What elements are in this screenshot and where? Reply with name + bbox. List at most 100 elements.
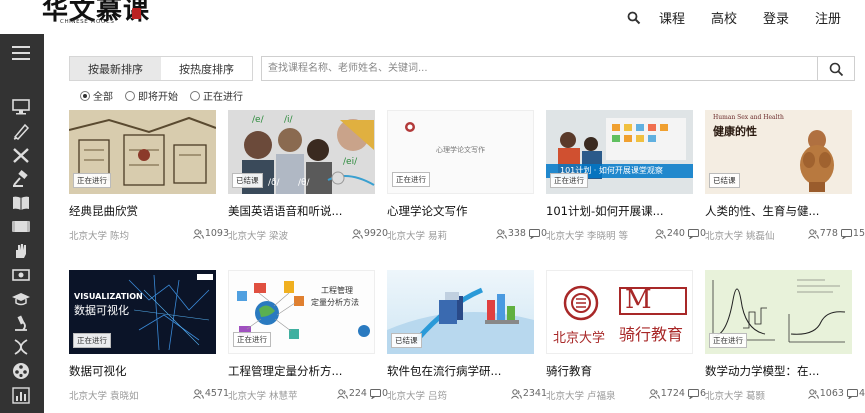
cover-title-en: VISUALIZATION xyxy=(74,292,143,301)
course-title[interactable]: 数据可视化 xyxy=(69,363,127,379)
users-icon xyxy=(648,388,660,399)
course-title[interactable]: 软件包在流行病学研... xyxy=(387,363,501,379)
users-icon xyxy=(351,228,363,239)
course-cover[interactable]: 已结课 xyxy=(387,270,534,354)
course-meta: 北京大学 李晓明 等 240 0 xyxy=(546,228,706,242)
graduation-cap-icon[interactable] xyxy=(11,290,31,308)
course-meta: 北京大学 陈均 1093 xyxy=(69,228,229,242)
cover-title-1: 工程管理 xyxy=(321,286,353,295)
cover-title-2: 定量分析方法 xyxy=(311,298,359,307)
filter-all[interactable]: 全部 xyxy=(80,88,113,103)
users-icon xyxy=(807,388,819,399)
users-icon xyxy=(192,228,204,239)
menu-icon[interactable] xyxy=(12,46,30,60)
course-stats: 1093 xyxy=(190,228,229,239)
course-cover[interactable]: Human Sex and Health 健康的性 已结课 xyxy=(705,110,852,194)
nav-register[interactable]: 注册 xyxy=(815,8,841,27)
university-emblem-icon xyxy=(405,122,415,132)
course-card[interactable]: 正在进行 经典昆曲欣赏 北京大学 陈均 1093 xyxy=(69,110,229,242)
microscope-icon[interactable] xyxy=(11,314,31,332)
course-card[interactable]: Human Sex and Health 健康的性 已结课 人类的性、生育与健.… xyxy=(705,110,865,242)
course-cover[interactable]: 正在进行 xyxy=(69,110,216,194)
course-teacher: 北京大学 李晓明 等 xyxy=(546,231,629,242)
course-teacher: 北京大学 易莉 xyxy=(387,231,448,242)
course-cover[interactable]: 北京大学 M 骑行教育 xyxy=(546,270,693,354)
search-button[interactable] xyxy=(817,57,854,80)
student-count: 4571 xyxy=(204,388,229,399)
course-teacher: 北京大学 陈均 xyxy=(69,231,130,242)
book-icon[interactable] xyxy=(11,194,31,212)
status-badge: 正在进行 xyxy=(709,333,747,348)
pen-icon[interactable] xyxy=(11,122,31,140)
sort-latest-button[interactable]: 按最新排序 xyxy=(70,57,161,80)
nav-courses[interactable]: 课程 xyxy=(659,8,685,27)
course-title[interactable]: 数学动力学模型：在... xyxy=(705,363,819,379)
course-title[interactable]: 美国英语语音和听说... xyxy=(228,203,342,219)
comment-icon xyxy=(846,388,858,399)
student-count: 1724 xyxy=(660,388,685,399)
nav-universities[interactable]: 高校 xyxy=(711,8,737,27)
status-badge: 正在进行 xyxy=(233,332,271,347)
logo-subtitle: CHINESE MOOCS xyxy=(60,19,115,25)
course-card[interactable]: 工程管理 定量分析方法 正在进行 工程管理定量分析方... 北京大学 林慧苹 2… xyxy=(228,270,388,402)
course-cover[interactable]: 101计划 · 如何开展课堂观察 正在进行 xyxy=(546,110,693,194)
computer-icon[interactable] xyxy=(11,98,31,116)
student-count: 240 xyxy=(666,228,685,239)
course-stats: 240 0 xyxy=(652,228,706,239)
comment-icon xyxy=(369,388,381,399)
course-title[interactable]: 经典昆曲欣赏 xyxy=(69,203,138,219)
filter-upcoming[interactable]: 即将开始 xyxy=(125,88,178,103)
course-search xyxy=(261,56,855,81)
course-card[interactable]: 北京大学 M 骑行教育 骑行教育 北京大学 卢福泉 1724 6 xyxy=(546,270,706,402)
course-cover[interactable]: 工程管理 定量分析方法 正在进行 xyxy=(228,270,375,354)
site-logo[interactable]: 华文慕课 CHINESE MOOCS xyxy=(38,0,149,32)
course-card[interactable]: 心理学论文写作 正在进行 心理学论文写作 北京大学 易莉 338 0 xyxy=(387,110,547,242)
course-card[interactable]: 101计划 · 如何开展课堂观察 正在进行 101计划-如何开展课... 北京大… xyxy=(546,110,706,242)
course-card[interactable]: 已结课 软件包在流行病学研... 北京大学 吕筠 2341 xyxy=(387,270,547,402)
gavel-icon[interactable] xyxy=(11,170,31,188)
tools-icon[interactable] xyxy=(11,146,31,164)
course-teacher: 北京大学 卢福泉 xyxy=(546,391,616,402)
logo-seal-icon xyxy=(132,8,141,19)
course-title[interactable]: 工程管理定量分析方... xyxy=(228,363,342,379)
filter-ongoing-label: 正在进行 xyxy=(203,92,243,103)
student-count: 224 xyxy=(348,388,367,399)
sort-hot-button[interactable]: 按热度排序 xyxy=(161,57,252,80)
money-icon[interactable] xyxy=(11,266,31,284)
bar-chart-icon[interactable] xyxy=(11,386,31,404)
student-count: 778 xyxy=(819,228,838,239)
course-title[interactable]: 101计划-如何开展课... xyxy=(546,203,664,219)
search-input[interactable] xyxy=(262,57,817,80)
course-teacher: 北京大学 袁晓如 xyxy=(69,391,139,402)
nav-login[interactable]: 登录 xyxy=(763,8,789,27)
comment-count: 15 xyxy=(852,228,865,239)
status-filter: 全部 即将开始 正在进行 xyxy=(80,88,255,103)
course-stats: 9920 xyxy=(349,228,388,239)
filter-all-label: 全部 xyxy=(93,92,113,103)
course-title[interactable]: 心理学论文写作 xyxy=(387,203,468,219)
filter-ongoing[interactable]: 正在进行 xyxy=(190,88,243,103)
users-icon xyxy=(807,228,819,239)
scroll-icon[interactable] xyxy=(11,218,31,236)
users-icon xyxy=(495,228,507,239)
course-stats: 1724 6 xyxy=(646,388,706,399)
course-cover[interactable]: VISUALIZATION 数据可视化 正在进行 xyxy=(69,270,216,354)
users-icon xyxy=(510,388,522,399)
course-teacher: 北京大学 梁波 xyxy=(228,231,289,242)
sort-toggle: 按最新排序 按热度排序 xyxy=(69,56,253,81)
course-card[interactable]: 正在进行 数学动力学模型：在... 北京大学 葛颢 1063 4 xyxy=(705,270,865,402)
hand-icon[interactable] xyxy=(11,242,31,260)
course-title[interactable]: 骑行教育 xyxy=(546,363,592,379)
course-stats: 338 0 xyxy=(493,228,547,239)
course-title[interactable]: 人类的性、生育与健... xyxy=(705,203,819,219)
course-cover[interactable]: 心理学论文写作 正在进行 xyxy=(387,110,534,194)
comment-count: 4 xyxy=(858,388,865,399)
film-reel-icon[interactable] xyxy=(11,362,31,380)
course-cover[interactable]: /e/ /i/ /ð/ /θ/ /ei/ 已结课 xyxy=(228,110,375,194)
course-card[interactable]: VISUALIZATION 数据可视化 正在进行 数据可视化 北京大学 袁晓如 … xyxy=(69,270,229,402)
course-meta: 北京大学 林慧苹 224 0 xyxy=(228,388,388,402)
course-card[interactable]: /e/ /i/ /ð/ /θ/ /ei/ 已结课 美国英语语音和听说... 北京… xyxy=(228,110,388,242)
dna-icon[interactable] xyxy=(11,338,31,356)
course-cover[interactable]: 正在进行 xyxy=(705,270,852,354)
search-icon[interactable] xyxy=(627,11,641,25)
